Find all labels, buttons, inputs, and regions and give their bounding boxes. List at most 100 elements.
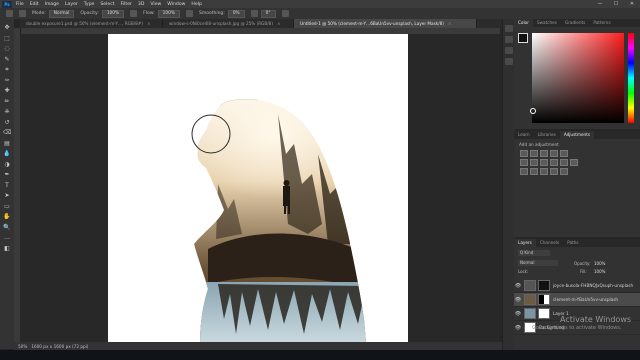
hue-saturation-icon[interactable] (520, 159, 528, 166)
curves-icon[interactable] (540, 150, 548, 157)
foreground-swatch[interactable] (518, 33, 528, 43)
close-icon[interactable]: ✕ (624, 1, 640, 7)
layer-opacity-field[interactable]: 100% (594, 261, 605, 266)
tab-patterns[interactable]: Patterns (589, 19, 614, 27)
layer-row[interactable]: 👁 joyce-busola-FHBNQJxQsuph-unsplash (514, 279, 640, 293)
menu-3d[interactable]: 3D (138, 2, 144, 7)
brightness-contrast-icon[interactable] (520, 150, 528, 157)
color-picker-handle[interactable] (530, 108, 536, 114)
stamp-icon[interactable]: ⎈ (3, 108, 11, 115)
flow-field[interactable]: 100% (157, 9, 180, 18)
close-tab-icon[interactable]: × (277, 21, 281, 26)
properties-panel-icon[interactable] (505, 36, 513, 43)
vibrance-icon[interactable] (560, 150, 568, 157)
pressure-opacity-icon[interactable] (130, 10, 138, 17)
pen-icon[interactable]: ✒ (3, 171, 11, 178)
menu-type[interactable]: Type (84, 2, 95, 7)
doc-tab-2[interactable]: window-s-0Ni0ce4l8-unsplash.jpg @ 25% (R… (163, 19, 294, 28)
close-tab-icon[interactable]: × (147, 21, 151, 26)
exposure-icon[interactable] (550, 150, 558, 157)
dodge-icon[interactable]: ◑ (3, 161, 11, 168)
healing-icon[interactable]: ✚ (3, 87, 11, 94)
menu-window[interactable]: Window (167, 2, 185, 7)
channel-mixer-icon[interactable] (560, 159, 568, 166)
tab-layers[interactable]: Layers (514, 239, 536, 247)
gradient-icon[interactable]: ▤ (3, 140, 11, 147)
eraser-icon[interactable]: ⌫ (3, 129, 11, 136)
mode-select[interactable]: Normal (48, 9, 75, 18)
maximize-icon[interactable]: ☐ (608, 1, 624, 7)
path-select-icon[interactable]: ➤ (3, 192, 11, 199)
color-lookup-icon[interactable] (570, 159, 578, 166)
invert-icon[interactable] (520, 168, 528, 175)
tab-adjustments[interactable]: Adjustments (559, 131, 595, 139)
selective-color-icon[interactable] (560, 168, 568, 175)
canvas-area[interactable] (20, 34, 500, 342)
tab-gradients[interactable]: Gradients (561, 19, 589, 27)
layer-mask-thumbnail[interactable] (538, 294, 550, 305)
levels-icon[interactable] (530, 150, 538, 157)
more-icon[interactable]: … (3, 234, 11, 241)
tab-color[interactable]: Color (514, 19, 533, 27)
menu-edit[interactable]: Edit (30, 2, 39, 7)
character-panel-icon[interactable] (505, 58, 513, 65)
brush-icon[interactable]: ✏ (3, 98, 11, 105)
menu-select[interactable]: Select (100, 2, 114, 7)
history-brush-icon[interactable]: ↺ (3, 119, 11, 126)
move-icon[interactable]: ✥ (3, 24, 11, 31)
document-canvas[interactable] (108, 34, 408, 342)
posterize-icon[interactable] (530, 168, 538, 175)
menu-view[interactable]: View (150, 2, 161, 7)
visibility-eye-icon[interactable]: 👁 (514, 283, 522, 289)
photo-filter-icon[interactable] (550, 159, 558, 166)
blur-icon[interactable]: 💧 (3, 150, 11, 157)
opacity-field[interactable]: 100% (101, 9, 125, 18)
doc-tab-1[interactable]: double exposure1.psd @ 50% (element-m-Y…… (20, 19, 163, 28)
hand-icon[interactable]: ✋ (3, 213, 11, 220)
visibility-eye-icon[interactable]: 👁 (514, 297, 522, 303)
symmetry-icon[interactable] (281, 10, 289, 17)
layer-mask-thumbnail[interactable] (538, 280, 550, 291)
doc-tab-3[interactable]: Untitled-1 @ 50% (clement-m-Y…6BaUn5vv-u… (294, 19, 477, 28)
brush-panel-icon[interactable] (505, 47, 513, 54)
tab-learn[interactable]: Learn (514, 131, 534, 139)
marquee-icon[interactable]: ⬚ (3, 35, 11, 42)
menu-help[interactable]: Help (191, 2, 201, 7)
menu-image[interactable]: Image (45, 2, 59, 7)
threshold-icon[interactable] (540, 168, 548, 175)
blend-mode-select[interactable]: Normal (518, 260, 558, 266)
tab-channels[interactable]: Channels (536, 239, 563, 247)
layer-mask-thumbnail[interactable] (538, 308, 550, 319)
black-white-icon[interactable] (540, 159, 548, 166)
close-tab-icon[interactable]: × (448, 21, 452, 26)
angle-icon[interactable] (250, 10, 258, 17)
eyedropper-icon[interactable]: ✑ (3, 77, 11, 84)
tab-libraries[interactable]: Libraries (534, 131, 560, 139)
history-panel-icon[interactable] (505, 25, 513, 32)
color-field[interactable] (532, 33, 624, 123)
angle-field[interactable]: 0° (260, 9, 276, 18)
airbrush-icon[interactable] (185, 10, 193, 17)
quick-select-icon[interactable]: ✎ (3, 56, 11, 63)
visibility-eye-icon[interactable]: 👁 (514, 325, 522, 331)
smoothing-field[interactable]: 0% (227, 9, 245, 18)
tab-paths[interactable]: Paths (563, 239, 582, 247)
hue-slider[interactable] (628, 33, 634, 123)
minimize-icon[interactable]: — (592, 1, 608, 7)
visibility-eye-icon[interactable]: 👁 (514, 311, 522, 317)
shape-icon[interactable]: ▭ (3, 203, 11, 210)
tab-swatches[interactable]: Swatches (533, 19, 561, 27)
crop-icon[interactable]: ⌗ (3, 66, 11, 73)
zoom-level[interactable]: 50% (18, 344, 27, 349)
layer-kind-filter[interactable]: Q Kind (518, 250, 550, 256)
layer-row[interactable]: 👁 clement-m-YBaUn5vv-unsplash (514, 293, 640, 307)
lasso-icon[interactable]: ◌ (3, 45, 11, 52)
colors-icon[interactable]: ◧ (3, 245, 11, 252)
color-balance-icon[interactable] (530, 159, 538, 166)
gradient-map-icon[interactable] (550, 168, 558, 175)
fill-field[interactable]: 100% (594, 269, 605, 274)
home-icon[interactable] (6, 10, 13, 17)
menu-layer[interactable]: Layer (65, 2, 78, 7)
zoom-icon[interactable]: 🔍 (3, 224, 11, 231)
brush-preset-icon[interactable] (19, 10, 26, 17)
